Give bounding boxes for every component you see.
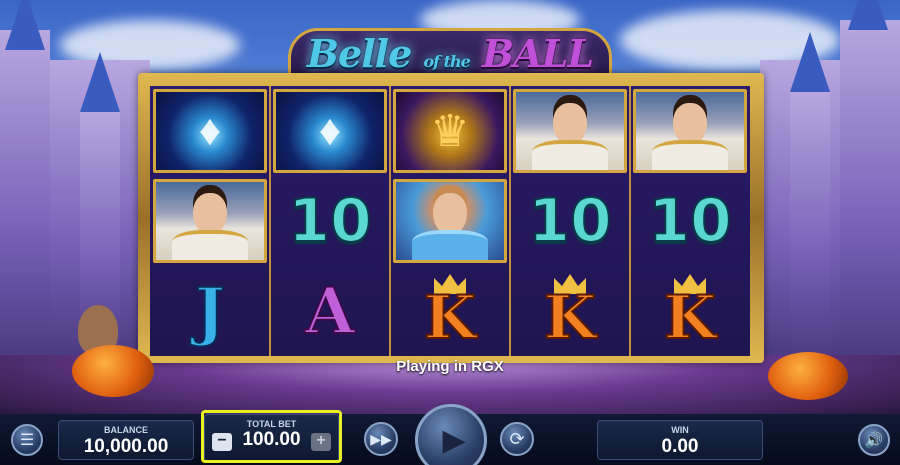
- spin-button[interactable]: ▶: [415, 404, 487, 465]
- balance-label: BALANCE: [104, 425, 148, 435]
- glass-slipper-symbol: ♦: [273, 89, 387, 173]
- reel-cell-r2c2: 10: [270, 176, 390, 266]
- menu-icon: ☰: [19, 432, 35, 449]
- reel-cell-r3c5: K: [630, 266, 750, 356]
- king-symbol: K: [663, 282, 717, 354]
- logo-word-belle: Belle: [306, 31, 412, 76]
- fast-forward-icon: ▶▶: [370, 430, 392, 447]
- win-value: 0.00: [661, 436, 699, 457]
- king-symbol: K: [543, 282, 597, 354]
- ten-symbol: 10: [647, 185, 733, 257]
- autoplay-button[interactable]: ⟳: [500, 422, 534, 456]
- status-text: Playing in RGX: [396, 358, 504, 375]
- turbo-button[interactable]: ▶▶: [364, 422, 398, 456]
- balance-panel: BALANCE 10,000.00: [58, 420, 194, 460]
- pumpkin-decoration-left: [72, 345, 154, 397]
- menu-button[interactable]: ☰: [11, 424, 43, 456]
- reel-cell-r2c4: 10: [510, 176, 630, 266]
- reel-divider: [389, 86, 391, 356]
- reel-cell-r2c1: [150, 176, 270, 266]
- ten-symbol: 10: [287, 185, 373, 257]
- golden-coach-symbol: ♛: [393, 89, 507, 173]
- pumpkin-decoration-right: [768, 352, 848, 400]
- ace-symbol: A: [304, 273, 356, 350]
- autoplay-icon: ⟳: [509, 428, 525, 449]
- reel-cell-r3c3: K: [390, 266, 510, 356]
- play-icon: ▶: [442, 423, 466, 457]
- reel-divider: [269, 86, 271, 356]
- reel-cell-r1c5: [630, 86, 750, 176]
- sound-button[interactable]: 🔊: [858, 424, 890, 456]
- win-panel: WIN 0.00: [597, 420, 763, 460]
- reel-cell-r1c1: ♦: [150, 86, 270, 176]
- reel-divider: [629, 86, 631, 356]
- reel-divider: [509, 86, 511, 356]
- princess-symbol: [393, 179, 507, 263]
- reel-cell-r2c5: 10: [630, 176, 750, 266]
- reel-cell-r3c1: J: [150, 266, 270, 356]
- ten-symbol: 10: [527, 185, 613, 257]
- jack-symbol: J: [194, 273, 226, 350]
- reel-cell-r2c3: [390, 176, 510, 266]
- reel-cell-r3c4: K: [510, 266, 630, 356]
- logo-word-ball: BALL: [482, 31, 594, 76]
- logo-word-of-the: of the: [423, 52, 470, 71]
- prince-symbol: [513, 89, 627, 173]
- king-symbol: K: [423, 282, 477, 354]
- reel-grid: ♦ ♦ ♛ 10 10 10 J A K K K: [150, 86, 750, 356]
- reel-cell-r1c3: ♛: [390, 86, 510, 176]
- reel-cell-r1c2: ♦: [270, 86, 390, 176]
- glass-slipper-symbol: ♦: [153, 89, 267, 173]
- reel-cell-r1c4: [510, 86, 630, 176]
- speaker-icon: 🔊: [864, 432, 884, 449]
- total-bet-highlight: [201, 410, 342, 463]
- prince-symbol: [633, 89, 747, 173]
- win-label: WIN: [671, 425, 689, 435]
- prince-symbol: [153, 179, 267, 263]
- reel-cell-r3c2: A: [270, 266, 390, 356]
- control-bar: ☰ BALANCE 10,000.00 TOTAL BET − 100.00 +…: [0, 404, 900, 465]
- balance-value: 10,000.00: [83, 436, 169, 457]
